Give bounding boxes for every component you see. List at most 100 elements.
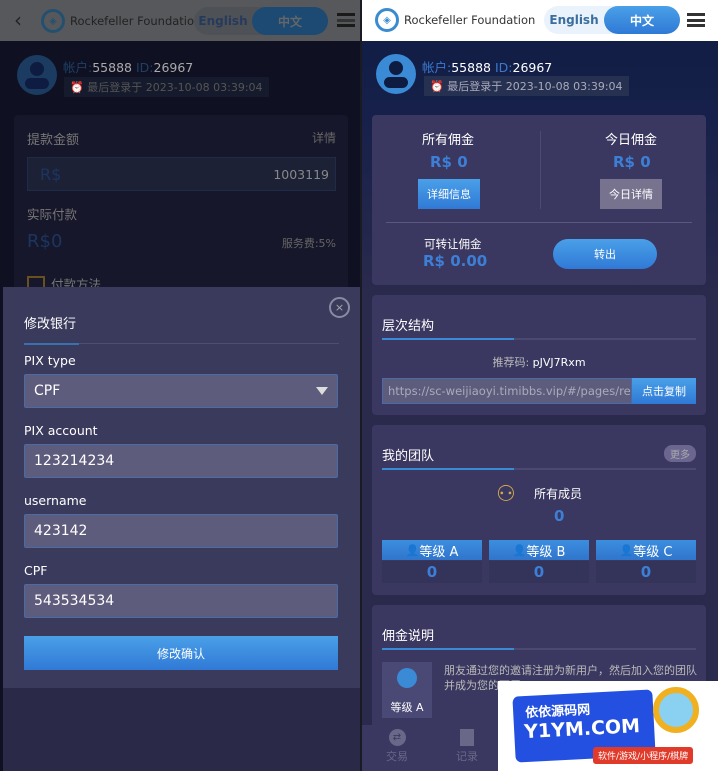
level-a-tab[interactable]: 👤 等级 A xyxy=(382,540,482,560)
level-label: 等级 A xyxy=(390,701,424,714)
actual-label: 实际付款 xyxy=(27,207,78,222)
brand-name: Rockefeller Foundation xyxy=(70,14,202,28)
avatar xyxy=(17,55,57,95)
transfer-label: 可转让佣金 xyxy=(424,237,482,251)
id-label: ID: xyxy=(494,60,513,75)
account-info: 帐户:55888 ID:26967 xyxy=(422,57,552,76)
logo-icon: ◈ xyxy=(375,8,399,32)
account-label: 帐户: xyxy=(63,60,93,75)
hierarchy-title: 层次结构 xyxy=(382,319,435,334)
lang-chinese[interactable]: 中文 xyxy=(604,6,680,34)
clock-icon: ⏰ xyxy=(430,80,444,93)
watermark-line3: 软件/游戏/小程序/棋牌 xyxy=(593,747,694,764)
title-underline xyxy=(382,468,696,470)
hierarchy-card: 层次结构 推荐码: pJVJ7Rxm https://sc-weijiaoyi.… xyxy=(372,295,706,415)
ref-label: 推荐码: xyxy=(492,356,530,369)
exchange-icon: ⇄ xyxy=(388,729,406,746)
user-icon: 👤 xyxy=(405,543,420,557)
clock-icon: ⏰ xyxy=(70,81,84,94)
watermark: 依依源码网 Y1YM.COM 软件/游戏/小程序/棋牌 xyxy=(498,681,718,771)
level-c-tab[interactable]: 👤 等级 C xyxy=(596,540,696,560)
divider xyxy=(540,131,541,209)
magnifier-icon xyxy=(653,687,699,733)
last-login-text: 最后登录于 2023-10-08 03:39:04 xyxy=(87,81,263,94)
commission-screen: ◈ Rockefeller Foundation English 中文 帐户:5… xyxy=(362,0,718,771)
lang-english[interactable]: English xyxy=(544,13,604,27)
modal-title: 修改银行 xyxy=(24,317,77,332)
currency-symbol: R$ xyxy=(40,165,62,184)
divider xyxy=(386,222,692,223)
close-icon[interactable]: × xyxy=(329,297,350,318)
user-icon: 👤 xyxy=(512,543,527,557)
level-a-badge: 等级 A xyxy=(382,662,432,718)
lang-english[interactable]: English xyxy=(194,14,252,28)
logo-icon: ◈ xyxy=(41,9,65,33)
pix-type-select[interactable]: CPF xyxy=(24,374,338,408)
level-label: 等级 C xyxy=(633,544,673,560)
referral-link-input[interactable]: https://sc-weijiaoyi.timibbs.vip/#/pages… xyxy=(382,378,632,404)
commission-card: 所有佣金 R$ 0 详细信息 今日佣金 R$ 0 今日详情 可转让佣金 R$ 0… xyxy=(372,115,706,285)
level-label: 等级 A xyxy=(419,544,459,560)
details-button[interactable]: 详细信息 xyxy=(418,179,480,209)
username-input[interactable]: 423142 xyxy=(24,514,338,548)
last-login: ⏰ 最后登录于 2023-10-08 03:39:04 xyxy=(424,76,629,96)
cpf-label: CPF xyxy=(24,563,48,578)
menu-icon[interactable] xyxy=(687,13,705,27)
referral-code: 推荐码: pJVJ7Rxm xyxy=(372,354,706,370)
modal-divider xyxy=(24,343,339,345)
actual-value: R$0 xyxy=(27,231,63,252)
today-commission-value: R$ 0 xyxy=(613,153,651,171)
id-value: 26967 xyxy=(153,60,194,75)
confirm-button[interactable]: 修改确认 xyxy=(24,636,338,670)
transfer-value: R$ 0.00 xyxy=(423,252,488,270)
fee-text: 服务费:5% xyxy=(281,237,336,250)
level-c-value: 0 xyxy=(596,561,696,583)
username-label: username xyxy=(24,493,87,508)
chevron-down-icon xyxy=(316,387,328,395)
all-members-label: 所有成员 xyxy=(534,487,583,501)
copy-button[interactable]: 点击复制 xyxy=(632,378,696,404)
pix-type-value: CPF xyxy=(34,383,61,399)
account-value: 55888 xyxy=(92,60,132,75)
amount-input[interactable]: R$ 1003119 xyxy=(27,157,336,191)
account-value: 55888 xyxy=(451,60,491,75)
cpf-input[interactable]: 543534534 xyxy=(24,584,338,618)
withdraw-screen: ‹ ◈ Rockefeller Foundation English 中文 帐户… xyxy=(0,0,360,771)
header: ‹ ◈ Rockefeller Foundation English 中文 xyxy=(0,0,360,41)
back-icon[interactable]: ‹ xyxy=(14,8,22,32)
balance-value: 1003119 xyxy=(273,167,329,182)
nav-label: 交易 xyxy=(386,750,408,763)
lang-switch: English 中文 xyxy=(194,7,328,35)
nav-label: 记录 xyxy=(456,750,478,763)
lang-chinese[interactable]: 中文 xyxy=(252,7,328,35)
brand-name: Rockefeller Foundation xyxy=(404,13,536,27)
team-title: 我的团队 xyxy=(382,449,435,464)
withdraw-card: 提款金额 详情 R$ 1003119 实际付款 R$0 服务费:5% 付款方法 xyxy=(14,115,348,295)
all-commission-value: R$ 0 xyxy=(430,153,468,171)
more-button[interactable]: 更多 xyxy=(664,445,696,462)
level-b-tab[interactable]: 👤 等级 B xyxy=(489,540,589,560)
all-members-value: 0 xyxy=(554,507,565,525)
lang-switch: English 中文 xyxy=(544,6,680,34)
modify-bank-modal: × 修改银行 xyxy=(3,287,360,688)
team-icon: ⚇ xyxy=(496,482,516,507)
last-login: ⏰ 最后登录于 2023-10-08 03:39:04 xyxy=(64,77,269,97)
level-a-value: 0 xyxy=(382,561,482,583)
user-icon xyxy=(397,668,417,688)
title-underline xyxy=(382,338,696,340)
account-info: 帐户:55888 ID:26967 xyxy=(63,57,193,76)
pix-account-input[interactable]: 123214234 xyxy=(24,444,338,478)
nav-trade[interactable]: ⇄ 交易 xyxy=(384,729,410,764)
ref-code: pJVJ7Rxm xyxy=(532,356,586,369)
menu-icon[interactable] xyxy=(337,13,355,27)
level-label: 等级 B xyxy=(526,544,566,560)
id-label: ID: xyxy=(135,60,154,75)
id-value: 26967 xyxy=(512,60,553,75)
avatar xyxy=(376,54,416,94)
detail-link[interactable]: 详情 xyxy=(312,129,336,146)
nav-records[interactable]: 记录 xyxy=(454,729,480,764)
today-commission-label: 今日佣金 xyxy=(605,133,658,148)
today-details-button[interactable]: 今日详情 xyxy=(600,179,662,209)
transfer-out-button[interactable]: 转出 xyxy=(553,239,657,269)
user-icon: 👤 xyxy=(619,543,634,557)
